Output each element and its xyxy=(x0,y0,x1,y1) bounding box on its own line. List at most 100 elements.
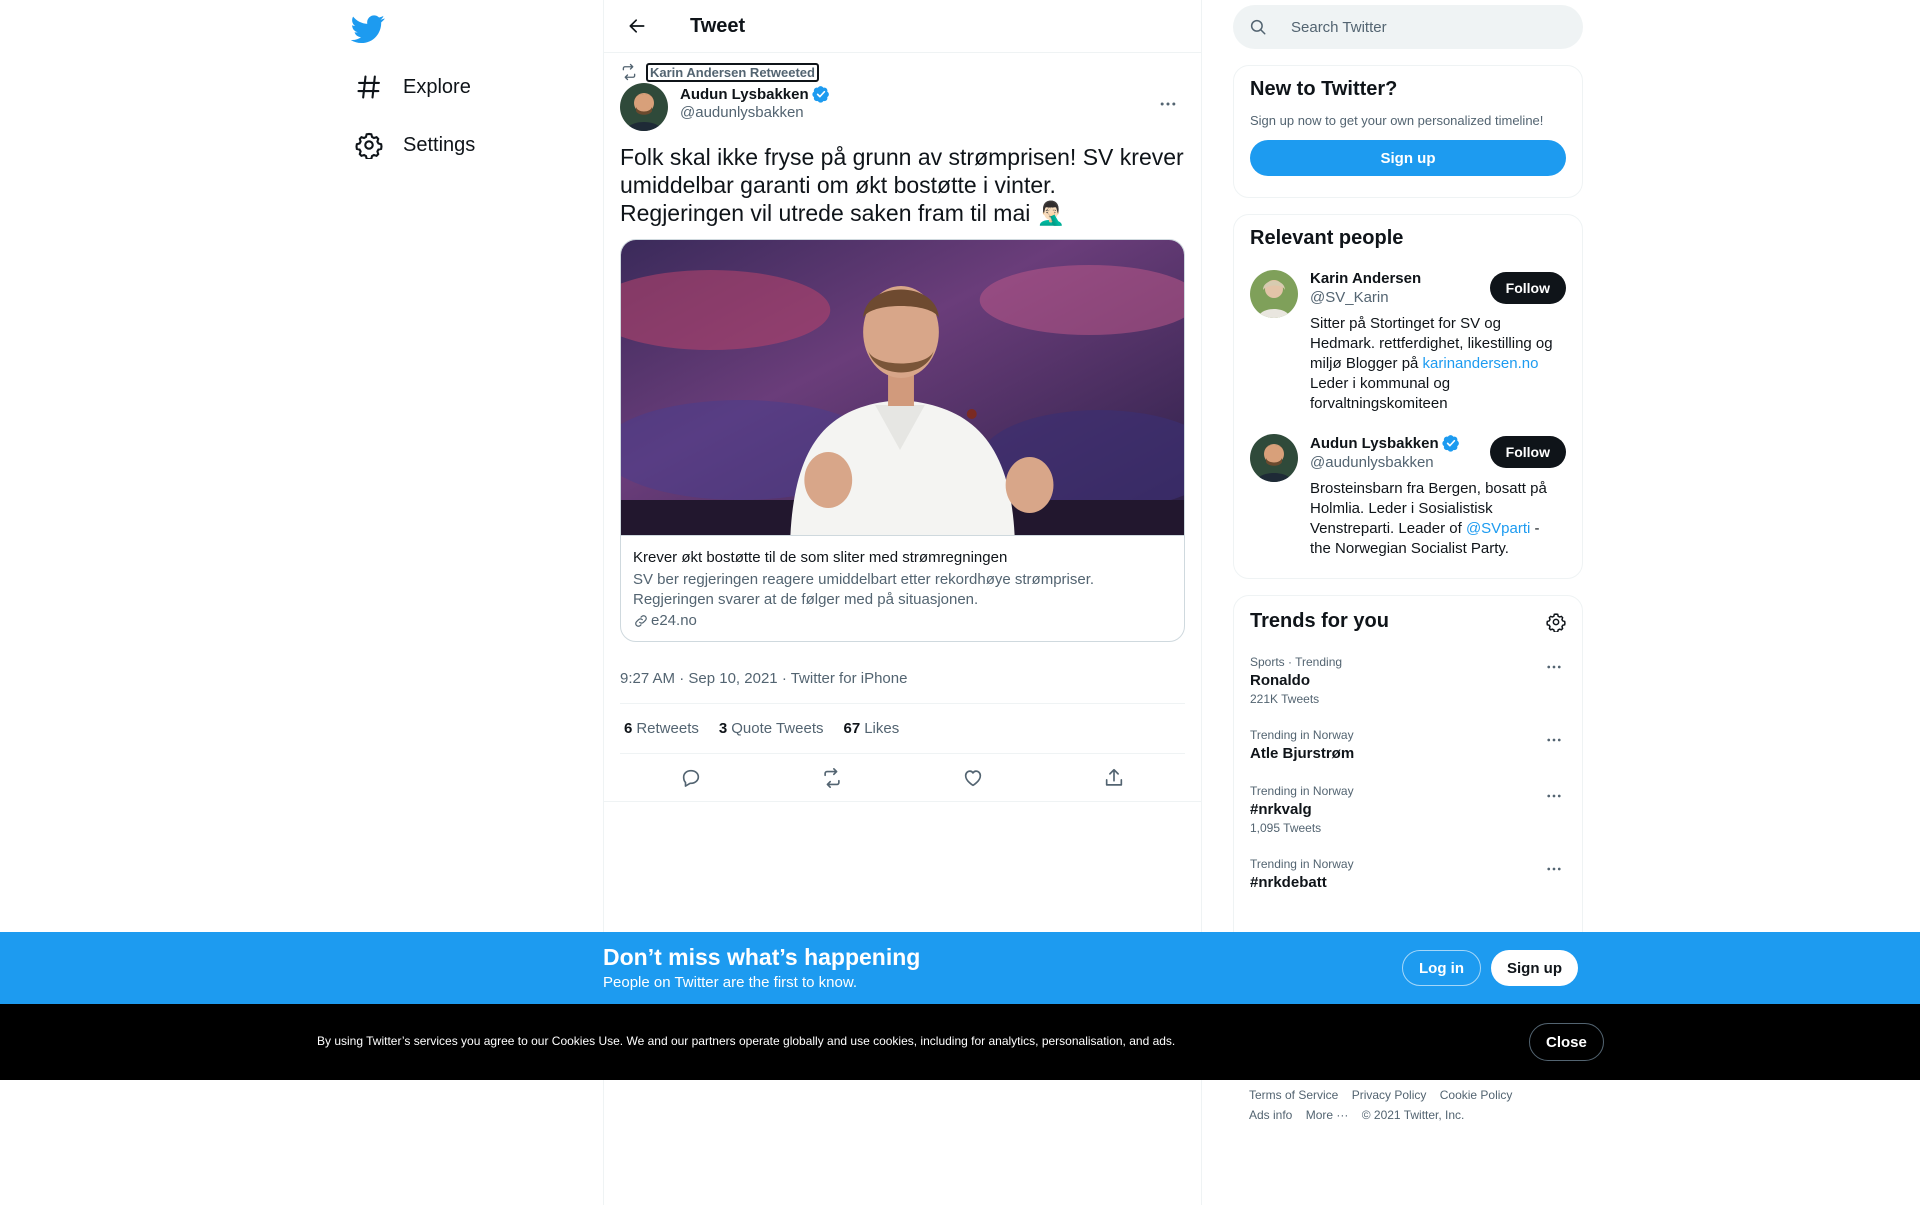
trend-item[interactable]: Sports · Trending Ronaldo 221K Tweets xyxy=(1250,655,1566,706)
avatar[interactable] xyxy=(1250,270,1298,318)
more-horizontal-icon xyxy=(1547,794,1561,798)
bio-link[interactable]: karinandersen.no xyxy=(1423,355,1539,372)
more-horizontal-icon xyxy=(1160,102,1176,106)
link-card[interactable]: Krever økt bostøtte til de som sliter me… xyxy=(620,239,1185,642)
retweets-label: Retweets xyxy=(636,720,699,737)
bio-text: Leder i kommunal og forvaltningskomiteen xyxy=(1310,375,1451,412)
tweet-date[interactable]: Sep 10, 2021 xyxy=(688,670,777,687)
card-body: Krever økt bostøtte til de som sliter me… xyxy=(621,535,1184,641)
nav-explore[interactable]: Explore xyxy=(343,63,483,111)
trend-more-button[interactable] xyxy=(1542,728,1566,752)
person-bio: Sitter på Stortinget for SV og Hedmark. … xyxy=(1310,314,1564,414)
reply-button[interactable] xyxy=(673,760,709,796)
footer-link[interactable]: Terms of Service xyxy=(1249,1088,1338,1102)
reply-icon xyxy=(682,769,699,787)
tweet: Karin Andersen Retweeted Audun Lysbakken… xyxy=(604,53,1201,802)
trend-more-button[interactable] xyxy=(1542,784,1566,808)
author-name[interactable]: Audun Lysbakken xyxy=(680,86,809,103)
cookie-close-button[interactable]: Close xyxy=(1529,1023,1604,1061)
footer-link[interactable]: Privacy Policy xyxy=(1352,1088,1427,1102)
back-button[interactable] xyxy=(620,9,654,43)
trend-item[interactable]: Trending in Norway #nrkvalg 1,095 Tweets xyxy=(1250,784,1566,835)
cookie-banner: By using Twitter’s services you agree to… xyxy=(0,1004,1920,1080)
nav-settings[interactable]: Settings xyxy=(343,121,487,169)
tweet-source[interactable]: Twitter for iPhone xyxy=(791,670,908,687)
trend-name: Atle Bjurstrøm xyxy=(1250,745,1355,762)
twitter-logo-icon[interactable] xyxy=(350,12,385,46)
trend-item[interactable]: Trending in Norway #nrkdebatt xyxy=(1250,857,1566,891)
trend-name: #nrkdebatt xyxy=(1250,874,1327,891)
trend-name: Ronaldo xyxy=(1250,672,1310,689)
sidebar-footer: Terms of Service Privacy Policy Cookie P… xyxy=(1249,1085,1569,1125)
likes-stat[interactable]: 67 Likes xyxy=(844,720,900,737)
hashtag-icon xyxy=(357,75,380,99)
search-input[interactable] xyxy=(1291,18,1551,36)
sidebar-signup-button[interactable]: Sign up xyxy=(1250,140,1566,176)
trend-more-button[interactable] xyxy=(1542,655,1566,679)
search-bar[interactable] xyxy=(1233,5,1583,49)
retweet-button[interactable] xyxy=(814,760,850,796)
footer-link[interactable]: Cookie Policy xyxy=(1440,1088,1513,1102)
new-to-twitter-subtitle: Sign up now to get your own personalized… xyxy=(1250,113,1544,128)
retweeted-by-link[interactable]: Karin Andersen Retweeted xyxy=(646,62,819,82)
search-icon xyxy=(1250,19,1266,35)
trend-category: Trending in Norway xyxy=(1250,857,1354,871)
trend-category: Trending in Norway xyxy=(1250,728,1354,742)
cookie-text: By using Twitter’s services you agree to… xyxy=(317,1034,1176,1048)
relevant-people-box: Relevant people Karin Andersen @SV_Karin… xyxy=(1233,214,1583,579)
heart-icon xyxy=(964,769,982,786)
trends-header: Trends for you xyxy=(1250,610,1566,633)
quote-tweets-count: 3 xyxy=(718,720,728,737)
nav-explore-label: Explore xyxy=(403,75,471,98)
follow-button[interactable]: Follow xyxy=(1489,436,1566,468)
meta-sep: · xyxy=(679,670,685,687)
author-names: Audun Lysbakken @audunlysbakken xyxy=(680,85,830,121)
tweet-time[interactable]: 9:27 AM xyxy=(620,670,675,687)
retweet-icon xyxy=(824,767,840,788)
gear-icon[interactable] xyxy=(1546,612,1566,632)
gear-icon xyxy=(355,132,383,159)
card-title: Krever økt bostøtte til de som sliter me… xyxy=(633,549,1008,566)
trends-title: Trends for you xyxy=(1250,610,1389,632)
signup-promo-bar: Don’t miss what’s happening People on Tw… xyxy=(0,932,1920,1004)
likes-count: 67 xyxy=(843,720,861,737)
verified-badge-icon xyxy=(812,86,829,103)
quote-tweets-label: Quote Tweets xyxy=(731,720,824,737)
more-horizontal-icon xyxy=(1547,738,1561,742)
retweets-count: 6 xyxy=(624,720,633,737)
like-button[interactable] xyxy=(955,760,991,796)
bio-link[interactable]: @SVparti xyxy=(1466,520,1530,537)
tweet-meta: 9:27 AM · Sep 10, 2021 · Twitter for iPh… xyxy=(620,654,1185,704)
footer-link[interactable]: Ads info xyxy=(1249,1108,1292,1122)
relevant-people-title: Relevant people xyxy=(1250,227,1404,249)
author-handle[interactable]: @audunlysbakken xyxy=(680,104,830,121)
avatar[interactable] xyxy=(620,83,668,131)
login-button[interactable]: Log in xyxy=(1402,950,1481,986)
share-button[interactable] xyxy=(1096,760,1132,796)
retweet-context: Karin Andersen Retweeted xyxy=(620,62,1185,82)
retweets-stat[interactable]: 6 Retweets xyxy=(624,720,699,737)
quote-tweets-stat[interactable]: 3 Quote Tweets xyxy=(719,720,824,737)
share-icon xyxy=(1106,768,1123,786)
card-image xyxy=(621,240,1184,535)
trend-count: 1,095 Tweets xyxy=(1250,821,1322,835)
arrow-left-icon xyxy=(629,19,645,33)
footer-link[interactable]: More ··· xyxy=(1306,1108,1349,1122)
trend-item[interactable]: Trending in Norway Atle Bjurstrøm xyxy=(1250,728,1566,762)
tweet-actions xyxy=(604,754,1201,802)
avatar[interactable] xyxy=(1250,434,1298,482)
trend-more-button[interactable] xyxy=(1542,857,1566,881)
person-karin[interactable]: Karin Andersen @SV_Karin Sitter på Stort… xyxy=(1250,270,1566,414)
person-audun[interactable]: Audun Lysbakken @audunlysbakken Brostein… xyxy=(1250,434,1566,559)
nav-settings-label: Settings xyxy=(403,133,476,156)
person-name[interactable]: Audun Lysbakken xyxy=(1310,435,1439,452)
tweet-stats: 6 Retweets 3 Quote Tweets 67 Likes xyxy=(620,704,1185,754)
tweet-more-button[interactable] xyxy=(1151,87,1185,121)
signup-button[interactable]: Sign up xyxy=(1491,950,1578,986)
tweet-text: Folk skal ikke fryse på grunn av strømpr… xyxy=(620,144,1184,226)
trend-count: 221K Tweets xyxy=(1250,692,1320,706)
follow-button[interactable]: Follow xyxy=(1489,272,1566,304)
card-description: SV ber regjeringen reagere umiddelbart e… xyxy=(633,571,1095,608)
trend-name: #nrkvalg xyxy=(1250,801,1312,818)
new-to-twitter-box: New to Twitter? Sign up now to get your … xyxy=(1233,65,1583,198)
